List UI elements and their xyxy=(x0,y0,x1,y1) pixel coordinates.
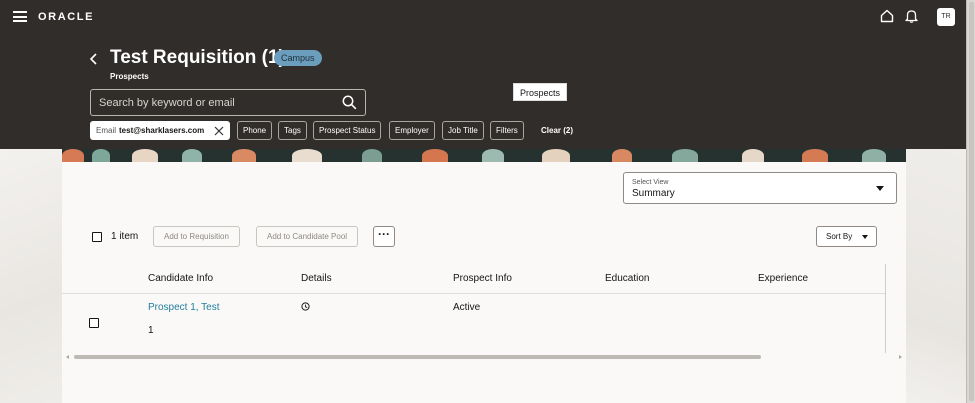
column-header-candidate-info: Candidate Info xyxy=(148,273,214,284)
window-scrollbar[interactable] xyxy=(966,0,975,403)
select-view-label: Select View xyxy=(632,179,669,186)
sort-by-label: Sort By xyxy=(826,232,853,241)
item-count: 1 item xyxy=(111,231,139,242)
user-avatar[interactable]: TR xyxy=(937,8,955,26)
page-title: Test Requisition (1) xyxy=(110,47,285,68)
background-pattern-left xyxy=(0,149,62,403)
bell-icon[interactable] xyxy=(905,9,918,23)
scroll-left-arrow-icon[interactable] xyxy=(66,355,69,359)
app-header: ORACLE TR Test Requisition (1) Campus Pr… xyxy=(0,0,966,149)
column-header-details: Details xyxy=(301,273,332,284)
dropdown-caret-icon xyxy=(876,186,884,191)
sort-caret-icon xyxy=(862,235,868,239)
search-box xyxy=(90,89,366,116)
campus-badge: Campus xyxy=(274,50,322,66)
select-view-dropdown[interactable]: Select View Summary xyxy=(623,172,897,204)
home-icon[interactable] xyxy=(880,9,894,23)
more-actions-button[interactable]: ··· xyxy=(373,226,395,247)
scroll-right-arrow-icon[interactable] xyxy=(899,355,902,359)
page-subtitle: Prospects xyxy=(110,72,149,81)
email-chip-label: Email xyxy=(96,126,117,135)
row-checkbox[interactable] xyxy=(89,318,99,328)
table-column-divider xyxy=(885,264,886,353)
oracle-logo: ORACLE xyxy=(38,11,95,23)
filter-chip-tags[interactable]: Tags xyxy=(278,121,307,140)
email-filter-chip[interactable]: Email test@sharklasers.com xyxy=(90,121,231,140)
back-arrow-icon[interactable] xyxy=(89,53,99,65)
filter-chip-phone[interactable]: Phone xyxy=(237,121,273,140)
search-icon[interactable] xyxy=(342,95,357,110)
filter-chip-employer[interactable]: Employer xyxy=(389,121,435,140)
column-header-education: Education xyxy=(605,273,650,284)
window-scroll-thumb[interactable] xyxy=(969,2,974,401)
sort-by-button[interactable]: Sort By xyxy=(816,226,877,247)
details-info-icon[interactable] xyxy=(301,302,310,311)
prospect-number: 1 xyxy=(148,325,154,336)
filter-chip-filters[interactable]: Filters xyxy=(490,121,524,140)
table-header-divider xyxy=(62,293,885,294)
add-to-requisition-button[interactable]: Add to Requisition xyxy=(153,226,240,247)
select-view-value: Summary xyxy=(632,188,675,199)
close-icon[interactable] xyxy=(214,126,224,136)
filter-chip-prospect-status[interactable]: Prospect Status xyxy=(313,121,382,140)
decorative-banner xyxy=(62,149,906,162)
search-input[interactable] xyxy=(91,90,331,115)
background-pattern-right xyxy=(906,149,966,403)
hamburger-menu-icon[interactable] xyxy=(13,11,27,22)
clear-filters-link[interactable]: Clear (2) xyxy=(541,126,573,135)
select-all-checkbox[interactable] xyxy=(92,232,102,242)
prospects-tooltip: Prospects xyxy=(513,83,568,101)
column-header-experience: Experience xyxy=(758,273,809,284)
prospect-name-link[interactable]: Prospect 1, Test xyxy=(148,302,220,313)
prospect-status: Active xyxy=(453,302,481,313)
page: ORACLE TR Test Requisition (1) Campus Pr… xyxy=(0,0,966,403)
email-chip-value: test@sharklasers.com xyxy=(119,126,205,135)
add-to-candidate-pool-button[interactable]: Add to Candidate Pool xyxy=(256,226,359,247)
column-header-prospect-info: Prospect Info xyxy=(453,273,512,284)
filter-chip-job-title[interactable]: Job Title xyxy=(442,121,484,140)
horizontal-scroll-thumb[interactable] xyxy=(74,355,761,359)
